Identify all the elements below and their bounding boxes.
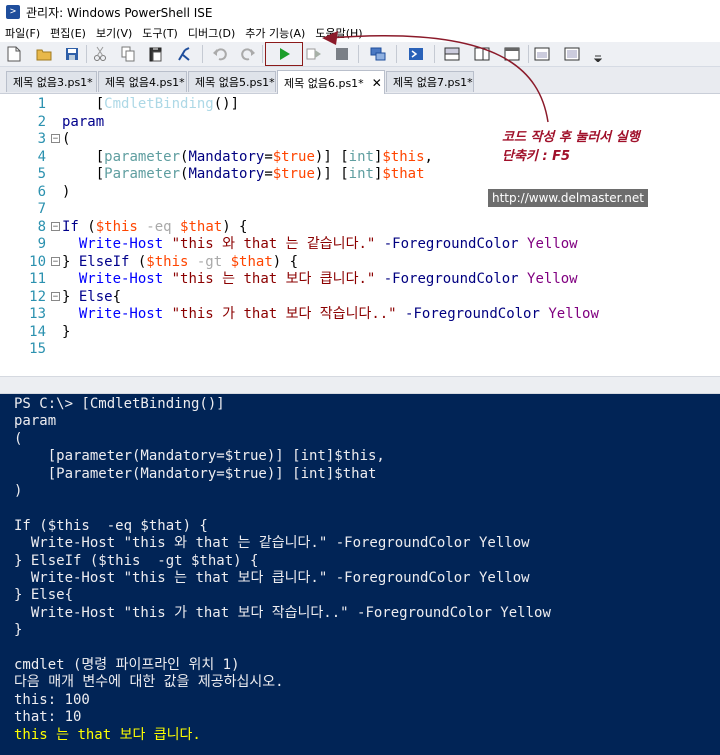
console-line: [Parameter(Mandatory=$true)] [int]$that xyxy=(14,465,377,482)
console-line: } xyxy=(14,622,23,639)
line-number: 13 xyxy=(29,306,46,322)
console-line: param xyxy=(14,413,57,430)
line-number: 10 xyxy=(29,253,46,270)
editor-line: 8− If ($this -eq $that) { xyxy=(0,219,720,236)
code-text: Write-Host "this 가 that 보다 작습니다.." -Fore… xyxy=(62,306,599,323)
console-line: that: 10 xyxy=(14,709,82,726)
console-line: 다음 매개 변수에 대한 값을 제공하십시오. xyxy=(14,674,284,691)
code-token: Write-Host xyxy=(78,271,164,287)
console-line: Write-Host "this 는 that 보다 큽니다." -Foregr… xyxy=(14,570,530,586)
code-token: Write-Host xyxy=(78,306,164,322)
console-line: [parameter(Mandatory=$true)] [int]$this, xyxy=(14,448,385,465)
code-text: } xyxy=(62,324,70,341)
code-token: If xyxy=(62,218,79,235)
console-line: cmdlet (명령 파이프라인 위치 1) xyxy=(14,657,240,673)
console-line: If ($this -eq $that) { xyxy=(14,517,208,534)
code-token: Yellow xyxy=(548,306,599,322)
code-token: $this xyxy=(146,253,189,270)
editor-line: 11 Write-Host "this 는 that 보다 큽니다." -For… xyxy=(0,271,720,288)
editor-line: 15 xyxy=(0,341,720,358)
code-token: -ForegroundColor xyxy=(375,236,528,252)
code-text: } ElseIf ($this -gt $that) { xyxy=(62,254,298,271)
console-line: this 는 that 보다 큽니다. xyxy=(14,726,201,743)
code-token: -ForegroundColor xyxy=(375,271,528,287)
console-line: PS C:\> [CmdletBinding()] xyxy=(14,396,225,412)
code-token: $this xyxy=(95,218,138,235)
code-token: ( xyxy=(129,253,147,270)
code-token: $that xyxy=(230,253,273,270)
code-token: -eq xyxy=(137,218,181,235)
console-line: Write-Host "this 가 that 보다 작습니다.." -Fore… xyxy=(14,604,551,621)
console-line: ( xyxy=(14,430,23,447)
fold-toggle-icon[interactable]: − xyxy=(51,221,60,231)
console-line: ) xyxy=(14,483,23,499)
code-text: } Else{ xyxy=(62,289,121,306)
line-number: 9 xyxy=(37,236,46,252)
console-pane[interactable]: PS C:\> [CmdletBinding()] param( [paramet… xyxy=(0,394,720,755)
line-number: 8 xyxy=(37,218,46,235)
code-token: "this 와 that 는 같습니다." xyxy=(171,236,376,252)
console-line: this: 100 xyxy=(14,691,90,708)
code-token: Else xyxy=(78,288,113,305)
code-token: } xyxy=(62,288,79,305)
code-token: ) { xyxy=(222,218,248,235)
code-token: Yellow xyxy=(527,236,578,252)
code-token: } xyxy=(62,253,79,270)
editor-line: 10−} ElseIf ($this -gt $that) { xyxy=(0,254,720,271)
annotation-arrow xyxy=(322,31,549,123)
editor-line: 13 Write-Host "this 가 that 보다 작습니다.." -F… xyxy=(0,306,720,323)
line-number: 14 xyxy=(29,323,46,340)
fold-toggle-icon[interactable]: − xyxy=(51,256,60,266)
line-number: 15 xyxy=(29,341,46,357)
code-token: { xyxy=(112,288,122,305)
code-text: Write-Host "this 와 that 는 같습니다." -Foregr… xyxy=(62,236,578,253)
code-token: Yellow xyxy=(527,271,578,287)
editor-line: 9 Write-Host "this 와 that 는 같습니다." -Fore… xyxy=(0,236,720,253)
editor-line: 12−} Else{ xyxy=(0,289,720,306)
code-text: Write-Host "this 는 that 보다 큽니다." -Foregr… xyxy=(62,271,578,288)
code-token: ) { xyxy=(272,253,299,270)
code-token: -ForegroundColor xyxy=(396,306,549,322)
code-token: "this 가 that 보다 작습니다.." xyxy=(171,306,397,322)
code-token: ( xyxy=(78,218,96,235)
line-number: 11 xyxy=(29,271,46,287)
code-token: Write-Host xyxy=(78,236,164,252)
code-token: ElseIf xyxy=(78,253,130,270)
code-text: If ($this -eq $that) { xyxy=(62,219,247,236)
code-token: "this 는 that 보다 큽니다." xyxy=(171,271,376,287)
pane-splitter[interactable] xyxy=(0,376,720,394)
fold-toggle-icon[interactable]: − xyxy=(51,291,60,301)
code-token: } xyxy=(62,323,71,340)
code-token: -gt xyxy=(188,253,231,270)
line-number: 7 xyxy=(37,201,46,217)
console-line: Write-Host "this 와 that 는 같습니다." -Foregr… xyxy=(14,535,530,552)
line-number: 12 xyxy=(29,288,46,305)
console-line: } ElseIf ($this -gt $that) { xyxy=(14,552,259,569)
editor-line: 14} xyxy=(0,324,720,341)
console-line: } Else{ xyxy=(14,587,74,604)
code-token: $that xyxy=(180,218,223,235)
